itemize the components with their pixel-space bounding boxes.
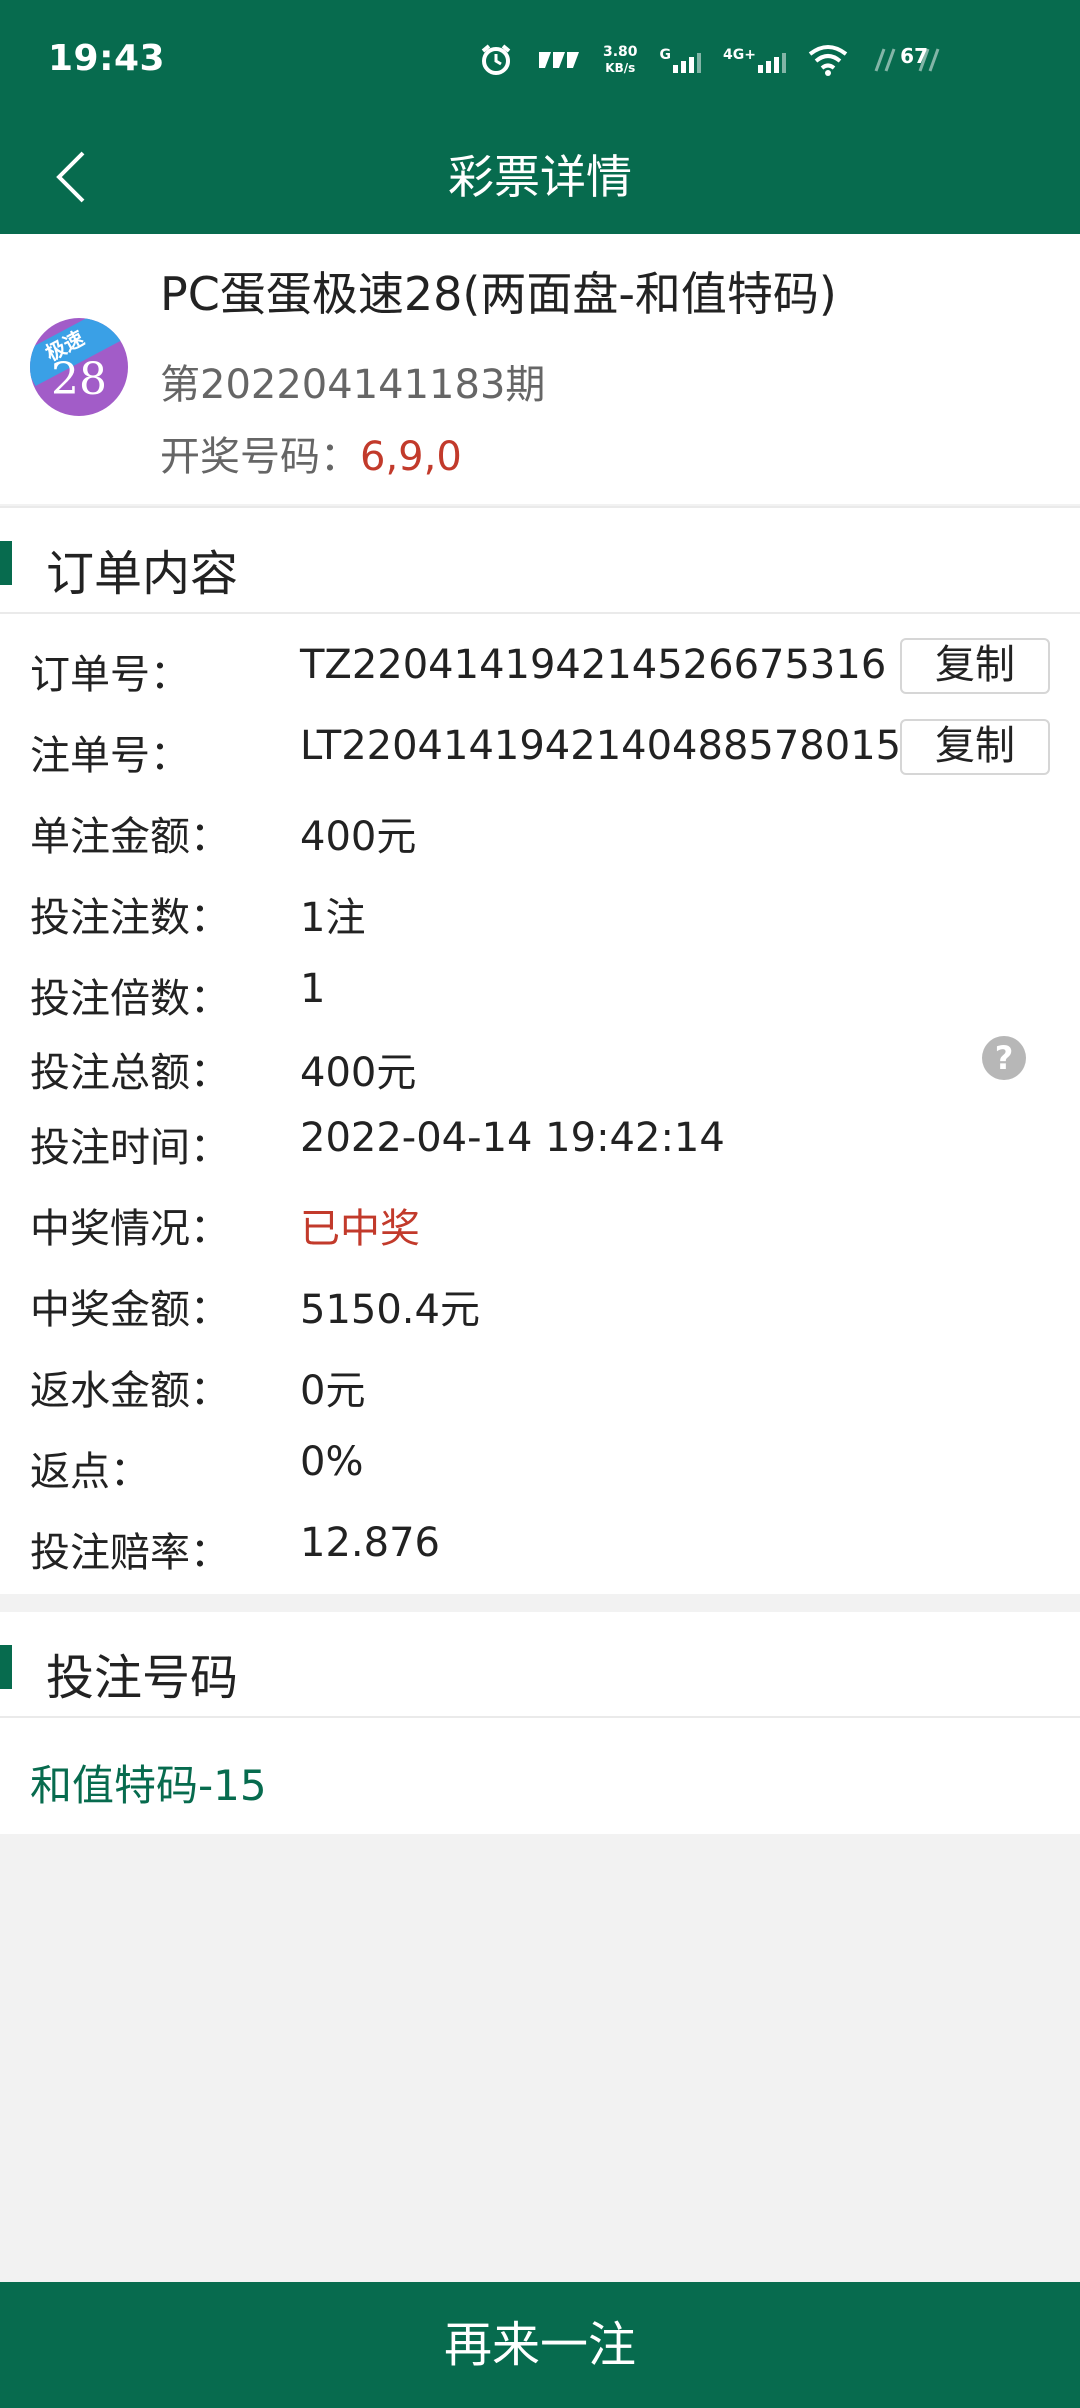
status-icons: 3.80 KB/s G 4G+: [479, 38, 940, 82]
rebate-amount-value: 0元: [300, 1368, 366, 1414]
rebate-amount-row: 返水金额： 0元: [0, 1348, 1080, 1418]
alarm-icon: [479, 43, 513, 77]
app-badge-icon: [535, 48, 581, 72]
order-section: 订单内容 订单号： TZ220414194214526675316 复制 注单号…: [0, 506, 1080, 1594]
bet-count-value: 1注: [300, 895, 366, 941]
odds-row: 投注赔率： 12.876: [0, 1510, 1080, 1580]
rebate-point-label: 返点：: [30, 1449, 150, 1495]
nav-bar: 彩票详情: [0, 120, 1080, 234]
lottery-card: 极速 28 PC蛋蛋极速28(两面盘-和值特码) 第202204141183期 …: [0, 234, 1080, 504]
bet-multiplier-value: 1: [300, 966, 326, 1012]
rebate-point-row: 返点： 0%: [0, 1429, 1080, 1499]
rebate-amount-label: 返水金额：: [30, 1368, 230, 1414]
network-g-label: G: [659, 47, 672, 63]
order-section-title: 订单内容: [46, 546, 239, 602]
help-icon[interactable]: ?: [982, 1036, 1026, 1080]
lottery-name: PC蛋蛋极速28(两面盘-和值特码): [160, 267, 837, 321]
bet-multiplier-row: 投注倍数： 1: [0, 956, 1080, 1026]
bet-numbers-section: 投注号码 和值特码-15: [0, 1612, 1080, 1834]
rebate-point-value: 0%: [300, 1439, 364, 1485]
single-bet-amount-value: 400元: [300, 814, 417, 860]
order-section-header: 订单内容: [0, 508, 1080, 614]
win-status-label: 中奖情况：: [30, 1206, 230, 1252]
single-bet-amount-row: 单注金额： 400元: [0, 794, 1080, 864]
bet-number-value: 和值特码-15: [30, 1761, 267, 1810]
net-speed: 3.80 KB/s: [603, 44, 638, 76]
win-status-row: 中奖情况： 已中奖: [0, 1186, 1080, 1256]
bet-slip-number-value: LT2204141942140488578015: [300, 723, 902, 769]
bet-count-label: 投注注数：: [30, 895, 230, 941]
bet-numbers-section-title: 投注号码: [46, 1650, 239, 1706]
draw-label: 开奖号码：: [160, 434, 360, 480]
win-amount-row: 中奖金额： 5150.4元: [0, 1267, 1080, 1337]
order-number-value: TZ220414194214526675316: [300, 642, 887, 688]
bet-numbers-section-header: 投注号码: [0, 1612, 1080, 1718]
section-accent-bar: [0, 1645, 12, 1689]
bet-total-label: 投注总额：: [30, 1050, 230, 1096]
bet-time-label: 投注时间：: [30, 1125, 230, 1171]
section-accent-bar: [0, 541, 12, 585]
copy-order-number-button[interactable]: 复制: [900, 638, 1050, 694]
copy-bet-slip-number-button[interactable]: 复制: [900, 719, 1050, 775]
single-bet-amount-label: 单注金额：: [30, 814, 230, 860]
network-4g-label: 4G+: [723, 47, 756, 63]
draw-numbers-line: 开奖号码：6,9,0: [160, 424, 462, 482]
order-number-label: 订单号：: [30, 652, 190, 698]
net-speed-unit: KB/s: [605, 61, 636, 75]
draw-numbers: 6,9,0: [360, 434, 462, 480]
bet-slip-number-label: 注单号：: [30, 733, 190, 779]
lottery-logo: 极速 28: [30, 318, 128, 416]
win-amount-label: 中奖金额：: [30, 1287, 230, 1333]
bet-time-row: 投注时间： 2022-04-14 19:42:14: [0, 1105, 1080, 1175]
signal-g-icon: G: [660, 47, 702, 73]
status-time: 19:43: [48, 38, 166, 79]
bet-slip-number-row: 注单号： LT2204141942140488578015 复制: [0, 713, 1080, 783]
signal-4g-icon: 4G+: [723, 47, 786, 73]
battery-level: 67: [900, 44, 928, 68]
win-status-value: 已中奖: [300, 1206, 420, 1252]
bet-count-row: 投注注数： 1注: [0, 875, 1080, 945]
page-title: 彩票详情: [448, 150, 632, 204]
status-bar: 19:43 3.80 KB/s G 4G+ 67: [0, 0, 1080, 120]
order-number-row: 订单号： TZ220414194214526675316 复制: [0, 632, 1080, 702]
bet-total-row: 投注总额： 400元 ?: [0, 1030, 1080, 1100]
bet-multiplier-label: 投注倍数：: [30, 976, 230, 1022]
win-amount-value: 5150.4元: [300, 1287, 480, 1333]
odds-label: 投注赔率：: [30, 1530, 230, 1576]
wifi-icon: [808, 44, 848, 76]
odds-value: 12.876: [300, 1520, 440, 1566]
bet-again-button[interactable]: 再来一注: [0, 2282, 1080, 2408]
lottery-issue: 第202204141183期: [160, 362, 546, 408]
bet-time-value: 2022-04-14 19:42:14: [300, 1115, 725, 1161]
logo-number: 28: [51, 354, 107, 405]
net-speed-value: 3.80: [602, 44, 638, 60]
bet-total-value: 400元: [300, 1050, 417, 1096]
